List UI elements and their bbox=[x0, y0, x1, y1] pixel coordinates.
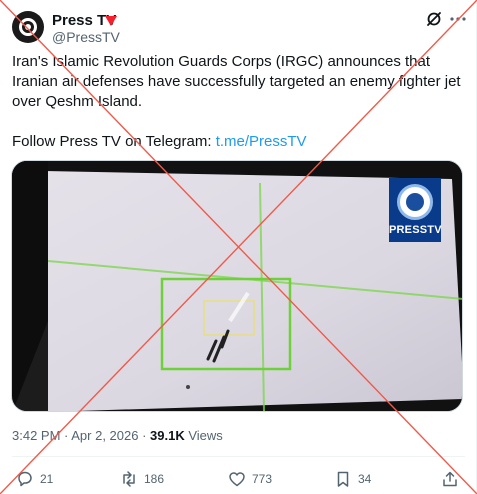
like-button[interactable]: 773 bbox=[228, 468, 272, 490]
reply-count: 21 bbox=[40, 472, 54, 486]
meta-separator-2: · bbox=[138, 428, 151, 443]
divider bbox=[12, 456, 465, 457]
reply-button[interactable]: 21 bbox=[16, 468, 53, 490]
views-label: Views bbox=[184, 428, 223, 443]
share-button[interactable] bbox=[441, 468, 465, 490]
repost-button[interactable]: 186 bbox=[120, 468, 164, 490]
presstv-globe-icon bbox=[397, 184, 433, 220]
tweet-card: Press TV @PressTV Iran's Islamic Revolut… bbox=[0, 0, 477, 494]
bookmark-button[interactable]: 34 bbox=[334, 468, 371, 490]
views-count[interactable]: 39.1K bbox=[150, 428, 185, 443]
meta-separator: · bbox=[60, 428, 72, 443]
presstv-logo-text: PRESSTV bbox=[389, 224, 442, 236]
action-bar: 21 186 773 34 bbox=[0, 468, 477, 490]
follow-prefix: Follow Press TV on Telegram: bbox=[12, 133, 216, 150]
heart-icon bbox=[229, 472, 245, 487]
tweet-meta: 3:42 PM · Apr 2, 2026 · 39.1K Views bbox=[12, 428, 223, 444]
tweet-body: Iran's Islamic Revolution Guards Corps (… bbox=[12, 53, 461, 110]
tweet-text: Iran's Islamic Revolution Guards Corps (… bbox=[12, 52, 467, 152]
bookmark-icon bbox=[337, 471, 349, 487]
grok-icon[interactable] bbox=[425, 10, 443, 28]
share-icon bbox=[443, 471, 457, 487]
heart-badge-icon bbox=[105, 16, 117, 26]
telegram-link[interactable]: t.me/PressTV bbox=[216, 133, 307, 150]
presstv-logo: PRESSTV bbox=[389, 178, 442, 242]
more-icon[interactable] bbox=[449, 10, 467, 28]
handle[interactable]: @PressTV bbox=[52, 29, 120, 46]
follow-line: Follow Press TV on Telegram: t.me/PressT… bbox=[12, 132, 467, 152]
tweet-time[interactable]: 3:42 PM bbox=[12, 428, 60, 443]
avatar[interactable] bbox=[12, 11, 44, 43]
repost-icon bbox=[123, 471, 135, 487]
like-count: 773 bbox=[252, 472, 273, 486]
bookmark-count: 34 bbox=[358, 472, 372, 486]
presstv-avatar-icon bbox=[19, 18, 37, 36]
repost-count: 186 bbox=[144, 472, 165, 486]
tweet-date[interactable]: Apr 2, 2026 bbox=[71, 428, 138, 443]
reply-icon bbox=[18, 471, 32, 487]
